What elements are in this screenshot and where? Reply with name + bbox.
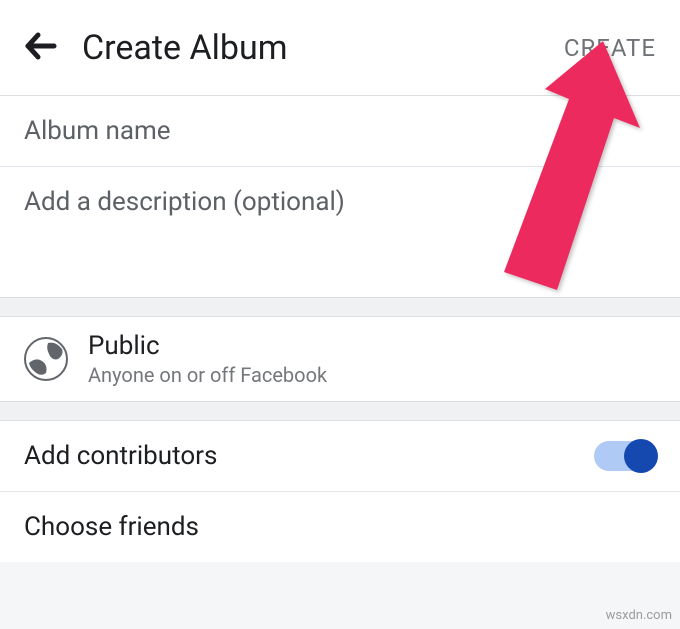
add-contributors-label: Add contributors	[24, 441, 217, 471]
album-details-section: Album name Add a description (optional)	[0, 96, 680, 297]
header: Create Album CREATE	[0, 0, 680, 96]
privacy-sublabel: Anyone on or off Facebook	[88, 363, 327, 387]
choose-friends-row[interactable]: Choose friends	[0, 492, 680, 562]
toggle-knob	[624, 439, 658, 473]
watermark: wsxdn.com	[606, 608, 672, 623]
choose-friends-label: Choose friends	[24, 512, 199, 542]
add-contributors-toggle[interactable]	[594, 441, 656, 471]
section-divider	[0, 401, 680, 421]
back-arrow-icon[interactable]	[24, 30, 58, 66]
create-button[interactable]: CREATE	[564, 34, 656, 62]
album-name-input[interactable]: Album name	[0, 96, 680, 167]
album-description-input[interactable]: Add a description (optional)	[0, 167, 680, 297]
section-divider	[0, 297, 680, 317]
privacy-row[interactable]: Public Anyone on or off Facebook	[0, 317, 680, 401]
album-name-placeholder: Album name	[24, 116, 656, 146]
add-contributors-row: Add contributors	[0, 421, 680, 492]
page-title: Create Album	[82, 28, 564, 68]
privacy-label: Public	[88, 331, 327, 361]
globe-icon	[24, 337, 68, 381]
album-description-placeholder: Add a description (optional)	[24, 187, 656, 217]
privacy-text: Public Anyone on or off Facebook	[88, 331, 327, 387]
